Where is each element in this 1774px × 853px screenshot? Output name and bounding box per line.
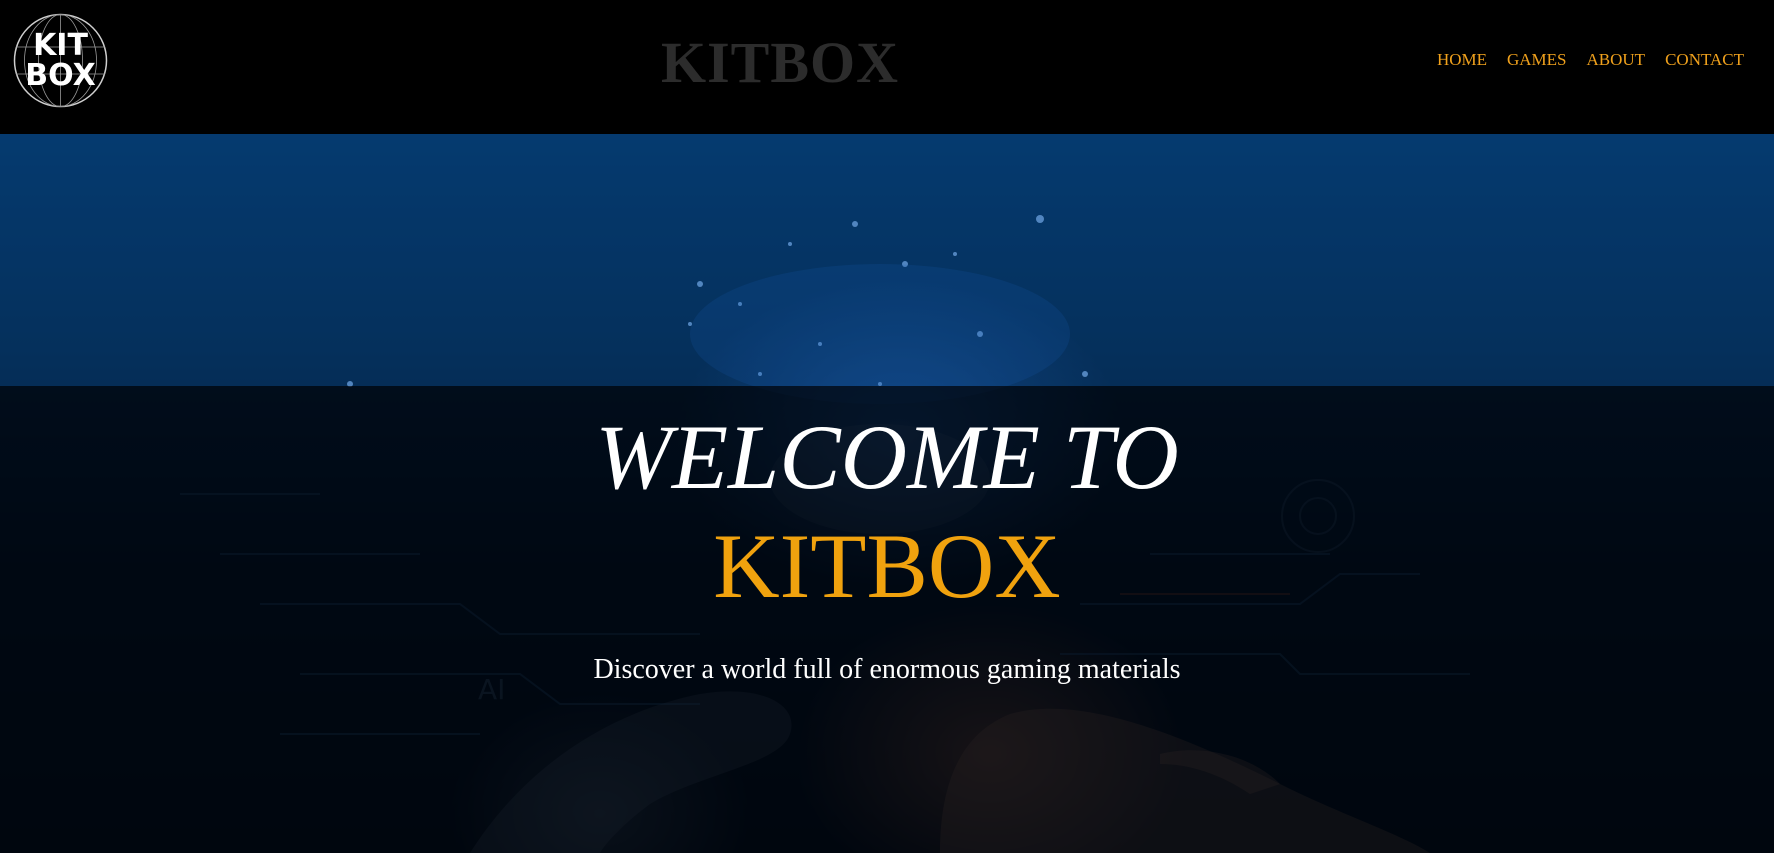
nav-contact[interactable]: CONTACT — [1665, 50, 1744, 70]
hero-tagline: Discover a world full of enormous gaming… — [593, 654, 1181, 685]
logo[interactable]: KIT BOX — [13, 13, 108, 108]
nav-games[interactable]: GAMES — [1507, 50, 1567, 70]
logo-line-2: BOX — [25, 57, 96, 93]
nav-home[interactable]: HOME — [1437, 50, 1487, 70]
main-nav: HOME GAMES ABOUT CONTACT — [1437, 50, 1744, 70]
hero-top-band — [0, 134, 1774, 386]
logo-text: KIT BOX — [13, 13, 108, 108]
hero-brand-heading: KITBOX — [713, 515, 1061, 617]
hero-content: WELCOME TO KITBOX Discover a world full … — [0, 404, 1774, 686]
logo-line-1: KIT — [33, 27, 88, 63]
nav-about[interactable]: ABOUT — [1587, 50, 1646, 70]
site-header: KIT BOX KITBOX HOME GAMES ABOUT CONTACT — [0, 0, 1774, 134]
hero-welcome-heading: WELCOME TO — [595, 406, 1179, 508]
site-title: KITBOX — [660, 30, 900, 95]
hero-section: AI WELCOME TO KITBOX Discover a world fu… — [0, 134, 1774, 853]
